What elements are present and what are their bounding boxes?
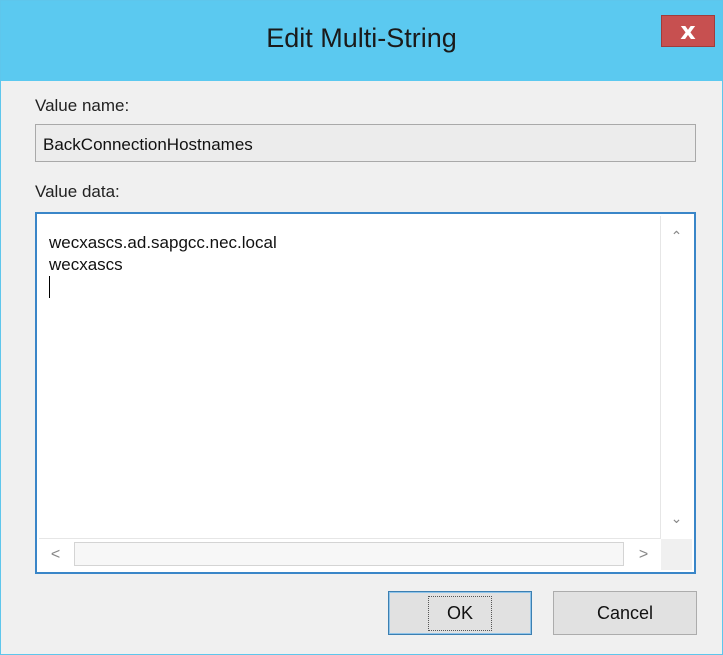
close-button[interactable]: x — [661, 15, 715, 47]
dialog-title: Edit Multi-String — [266, 23, 457, 53]
scrollbar-corner — [661, 539, 692, 570]
vertical-scrollbar[interactable]: ⌃ ⌄ — [660, 216, 692, 538]
text-caret — [49, 276, 50, 298]
scroll-down-icon[interactable]: ⌄ — [661, 504, 692, 532]
value-data-textarea[interactable]: wecxascs.ad.sapgcc.nec.local wecxascs ⌃ … — [35, 212, 696, 574]
scroll-right-icon[interactable]: > — [627, 539, 660, 570]
title-bar[interactable]: Edit Multi-String x — [1, 1, 722, 81]
value-data-line: wecxascs — [49, 255, 123, 274]
value-name-field: BackConnectionHostnames — [35, 124, 696, 162]
horizontal-scroll-thumb[interactable] — [74, 542, 624, 566]
edit-multi-string-dialog: Edit Multi-String x Value name: BackConn… — [0, 0, 723, 655]
scroll-up-icon[interactable]: ⌃ — [661, 222, 692, 250]
horizontal-scrollbar[interactable]: < > — [39, 538, 661, 570]
value-data-line: wecxascs.ad.sapgcc.nec.local — [49, 233, 277, 252]
ok-button-label: OK — [427, 595, 492, 631]
cancel-button[interactable]: Cancel — [553, 591, 697, 635]
value-name-label: Value name: — [35, 96, 130, 115]
value-data-content: wecxascs.ad.sapgcc.nec.local wecxascs — [49, 232, 277, 276]
scroll-left-icon[interactable]: < — [39, 539, 72, 570]
cancel-button-label: Cancel — [596, 602, 654, 623]
close-icon: x — [680, 17, 696, 45]
value-data-label: Value data: — [35, 182, 120, 201]
ok-button[interactable]: OK — [388, 591, 532, 635]
